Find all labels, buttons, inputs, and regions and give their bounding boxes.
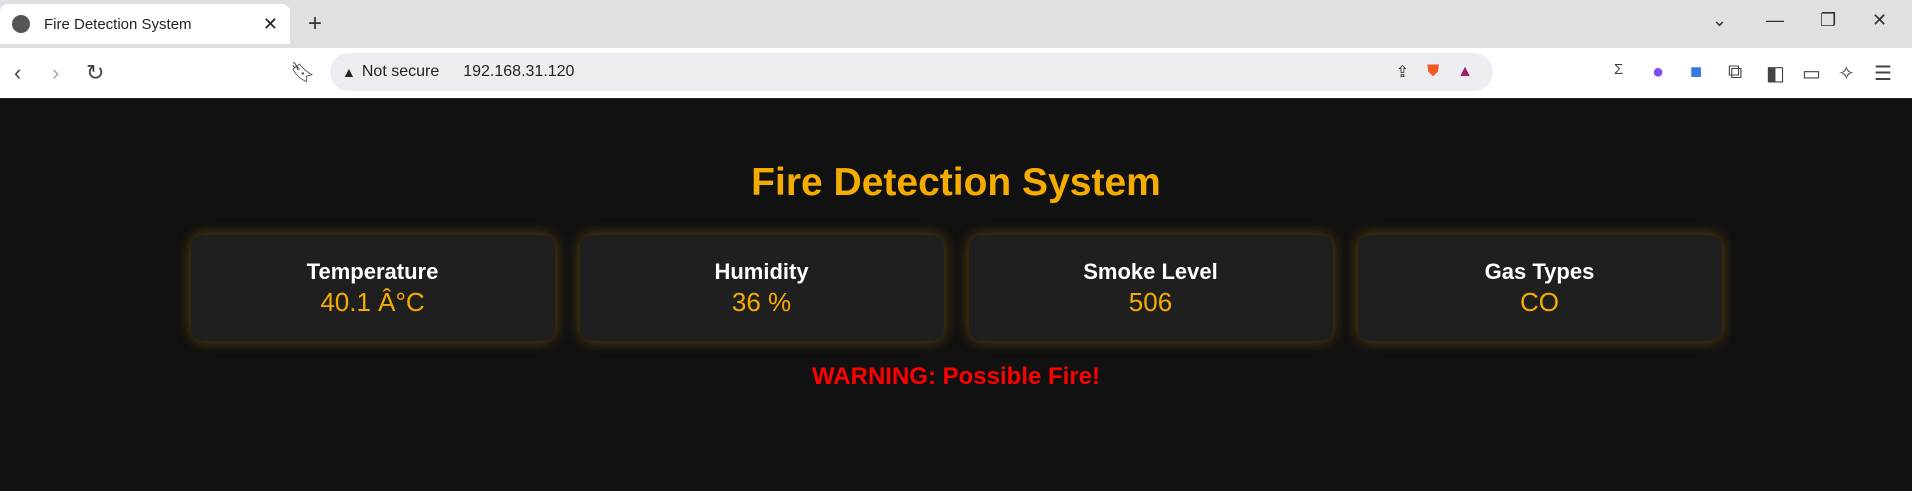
- browser-tab[interactable]: Fire Detection System ✕: [0, 4, 290, 44]
- sigma-extension-icon[interactable]: Σ: [1614, 61, 1623, 78]
- security-label[interactable]: Not secure: [362, 63, 439, 81]
- extensions-puzzle-icon[interactable]: ⧉: [1728, 61, 1742, 84]
- url-text[interactable]: 192.168.31.120: [463, 63, 574, 81]
- translate-extension-icon[interactable]: ■: [1690, 61, 1702, 84]
- sensor-cards: Temperature 40.1 Â°C Humidity 36 % Smoke…: [0, 235, 1912, 341]
- close-tab-icon[interactable]: ✕: [263, 14, 278, 35]
- leo-ai-icon[interactable]: ✧: [1838, 61, 1855, 86]
- card-value: CO: [1520, 287, 1559, 317]
- flame-extension-icon[interactable]: ●: [1652, 61, 1664, 84]
- page-content: Fire Detection System Temperature 40.1 Â…: [0, 99, 1912, 491]
- wallet-icon[interactable]: ▭: [1802, 61, 1821, 86]
- globe-icon: [12, 15, 30, 33]
- tab-bar: Fire Detection System ✕ + ⌄ — ❐ ✕: [0, 0, 1912, 48]
- sidebar-icon[interactable]: ◧: [1766, 61, 1785, 86]
- bookmark-icon[interactable]: 🔖︎: [290, 60, 315, 85]
- warning-icon: ▲: [342, 64, 356, 80]
- tab-title: Fire Detection System: [44, 15, 192, 33]
- restore-icon[interactable]: ❐: [1820, 10, 1836, 31]
- smoke-level-card: Smoke Level 506: [968, 235, 1333, 341]
- browser-toolbar: ‹ › ↻ 🔖︎ ▲ Not secure 192.168.31.120 ⇪ ⛊…: [0, 48, 1912, 99]
- share-icon[interactable]: ⇪: [1396, 62, 1409, 82]
- minimize-icon[interactable]: —: [1766, 10, 1784, 31]
- back-icon[interactable]: ‹: [14, 60, 21, 86]
- card-value: 36 %: [731, 287, 792, 317]
- fire-warning: WARNING: Possible Fire!: [811, 363, 1101, 390]
- card-label: Temperature: [306, 259, 439, 284]
- temperature-card: Temperature 40.1 Â°C: [190, 235, 555, 341]
- card-value: 40.1 Â°C: [320, 287, 425, 317]
- forward-icon[interactable]: ›: [52, 60, 59, 86]
- window-close-icon[interactable]: ✕: [1872, 10, 1887, 31]
- card-label: Gas Types: [1484, 259, 1595, 284]
- new-tab-button[interactable]: +: [308, 10, 322, 38]
- address-bar[interactable]: ▲ Not secure 192.168.31.120 ⇪ ⛊ ▲: [330, 53, 1493, 91]
- humidity-card: Humidity 36 %: [579, 235, 944, 341]
- card-label: Smoke Level: [1083, 259, 1218, 284]
- reload-icon[interactable]: ↻: [86, 60, 104, 86]
- menu-icon[interactable]: ☰: [1874, 61, 1892, 86]
- brave-rewards-icon[interactable]: ▲: [1457, 63, 1473, 81]
- card-label: Humidity: [714, 259, 809, 284]
- brave-shields-icon[interactable]: ⛊: [1427, 63, 1439, 81]
- tab-search-chevron-icon[interactable]: ⌄: [1712, 10, 1727, 31]
- gas-types-card: Gas Types CO: [1357, 235, 1722, 341]
- page-title: Fire Detection System: [751, 161, 1161, 204]
- card-value: 506: [1128, 287, 1173, 317]
